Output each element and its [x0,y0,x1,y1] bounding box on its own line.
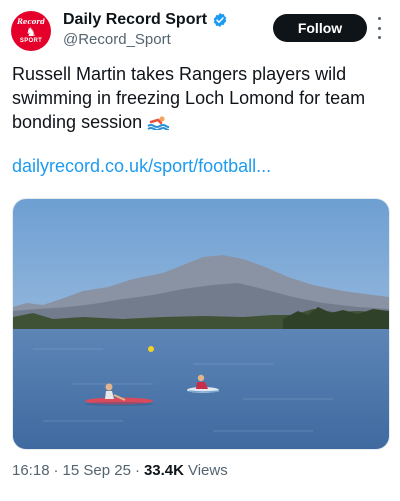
handle[interactable]: @Record_Sport [63,31,228,48]
tweet-date[interactable]: 15 Sep 25 [63,462,131,479]
tweet-text: Russell Martin takes Rangers players wil… [12,62,392,134]
tweet-header: Record ♞ SPORT Daily Record Sport @Recor… [0,0,400,60]
avatar[interactable]: Record ♞ SPORT [11,11,51,51]
tweet-time[interactable]: 16:18 [12,462,50,479]
meta-separator: · [134,462,140,479]
more-options-icon[interactable] [376,17,382,39]
meta-separator: · [53,462,59,479]
avatar-bottom-text: SPORT [19,37,43,44]
tweet-meta: 16:18 · 15 Sep 25 · 33.4K Views [12,462,228,479]
follow-button[interactable]: Follow [273,14,367,42]
verified-badge-icon [213,13,227,27]
author-block: Daily Record Sport @Record_Sport [63,11,228,48]
display-name[interactable]: Daily Record Sport [63,11,207,29]
views-label: Views [187,462,228,479]
lion-icon: ♞ [25,24,37,39]
article-link[interactable]: dailyrecord.co.uk/sport/football... [12,156,271,177]
person-swimming-icon [147,114,170,130]
tweet-body: Russell Martin takes Rangers players wil… [12,64,366,132]
loch-lomond-photo [13,199,389,449]
tweet-photo[interactable] [12,198,390,450]
views-count: 33.4K [143,462,184,479]
